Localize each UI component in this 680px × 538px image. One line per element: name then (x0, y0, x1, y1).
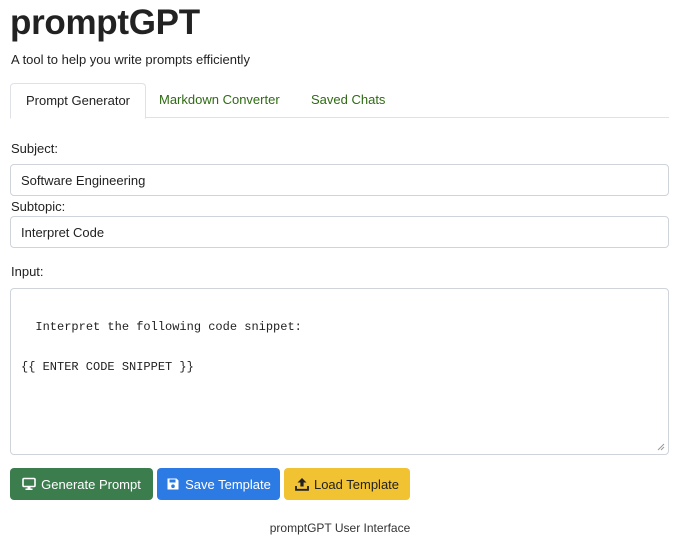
footer-caption: promptGPT User Interface (269, 521, 411, 535)
tab-prompt-generator[interactable]: Prompt Generator (10, 83, 146, 119)
prompt-input-textarea[interactable]: Interpret the following code snippet: {{… (10, 288, 669, 455)
generate-prompt-button[interactable]: Generate Prompt (10, 468, 153, 500)
resize-grip-icon[interactable] (657, 443, 665, 451)
subtopic-label: Subtopic: (11, 199, 66, 214)
tab-bar: Prompt Generator Markdown Converter Save… (10, 83, 669, 119)
tab-markdown-converter[interactable]: Markdown Converter (147, 83, 292, 118)
subject-label: Subject: (11, 141, 58, 156)
prompt-input-text: Interpret the following code snippet: {{… (21, 320, 302, 374)
save-template-label: Save Template (185, 476, 271, 492)
load-template-label: Load Template (313, 476, 400, 492)
save-template-button[interactable]: Save Template (157, 468, 280, 500)
floppy-disk-icon (167, 478, 179, 490)
tab-saved-chats[interactable]: Saved Chats (299, 83, 397, 118)
app-subtitle: A tool to help you write prompts efficie… (11, 52, 250, 67)
upload-icon (295, 478, 309, 491)
load-template-button[interactable]: Load Template (284, 468, 410, 500)
input-label: Input: (11, 264, 44, 279)
monitor-icon (22, 477, 36, 490)
app-title: promptGPT (10, 3, 200, 42)
generate-prompt-label: Generate Prompt (41, 476, 141, 492)
subject-input[interactable] (10, 164, 669, 196)
subtopic-input[interactable] (10, 216, 669, 248)
